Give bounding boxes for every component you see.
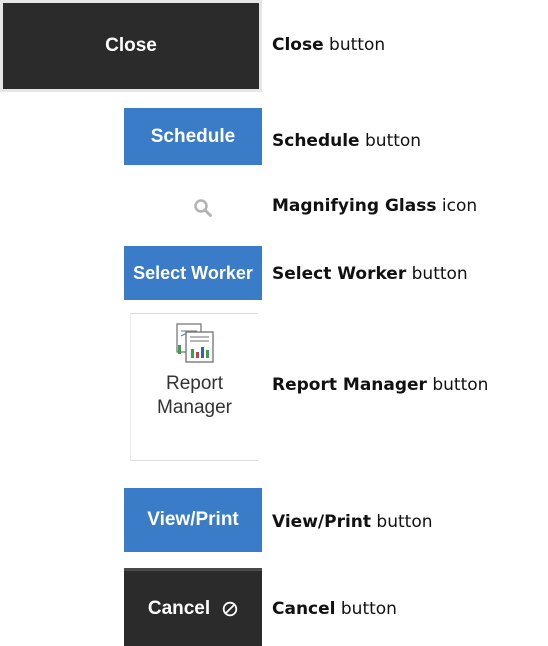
magnifying-glass-description-rest: icon — [436, 196, 478, 216]
cancel-button[interactable]: Cancel — [124, 568, 262, 646]
report-manager-description: Report Manager button — [272, 375, 488, 395]
cancel-button-label: Cancel — [147, 597, 211, 619]
close-button[interactable]: Close — [0, 0, 262, 92]
view-print-description-rest: button — [371, 512, 433, 532]
close-description: Close button — [272, 35, 385, 55]
close-button-label: Close — [105, 35, 157, 56]
cancel-description: Cancel button — [272, 599, 397, 619]
cancel-description-rest: button — [335, 599, 397, 619]
schedule-description-bold: Schedule — [272, 131, 360, 151]
report-manager-button-label: Report Manager — [131, 372, 258, 420]
close-description-bold: Close — [272, 35, 324, 55]
view-print-description-bold: View/Print — [272, 512, 372, 532]
select-worker-button[interactable]: Select Worker — [124, 246, 262, 300]
search-icon[interactable] — [193, 198, 213, 218]
view-print-button[interactable]: View/Print — [124, 488, 262, 552]
report-chart-icon — [175, 323, 214, 363]
report-manager-description-rest: button — [426, 375, 489, 395]
magnifying-glass-description: Magnifying Glass icon — [272, 196, 477, 216]
report-manager-label-line2: Manager — [157, 397, 232, 418]
cancel-circle-slash-icon — [222, 601, 238, 616]
schedule-description: Schedule button — [272, 131, 421, 151]
select-worker-button-label: Select Worker — [133, 262, 253, 283]
report-manager-button[interactable]: Report Manager — [130, 313, 258, 461]
view-print-description: View/Print button — [272, 512, 433, 532]
close-description-rest: button — [323, 35, 386, 55]
magnifying-glass-description-bold: Magnifying Glass — [272, 196, 437, 216]
schedule-description-rest: button — [359, 131, 422, 151]
cancel-description-bold: Cancel — [272, 599, 336, 619]
report-manager-description-bold: Report Manager — [272, 375, 427, 395]
select-worker-description-rest: button — [406, 264, 468, 284]
select-worker-description: Select Worker button — [272, 264, 468, 284]
report-manager-label-line1: Report — [165, 373, 224, 394]
view-print-button-label: View/Print — [147, 509, 239, 530]
schedule-button[interactable]: Schedule — [124, 108, 262, 165]
schedule-button-label: Schedule — [150, 125, 236, 147]
select-worker-description-bold: Select Worker — [272, 264, 407, 284]
